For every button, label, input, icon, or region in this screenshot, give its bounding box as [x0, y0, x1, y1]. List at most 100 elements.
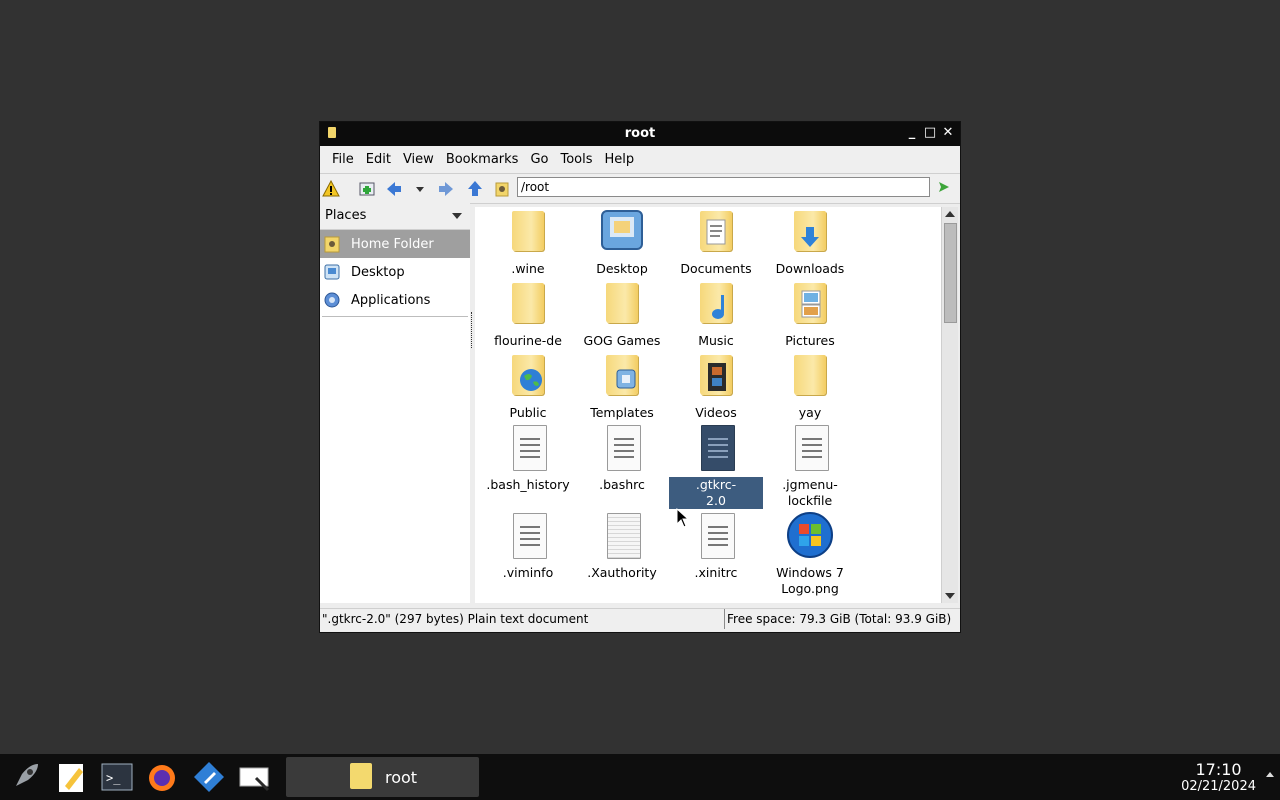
file-item-documents[interactable]: Documents	[669, 207, 763, 277]
up-arrow-icon[interactable]	[466, 180, 484, 198]
file-item-bashrc[interactable]: .bashrc	[575, 423, 669, 493]
file-label: flourine-de	[494, 333, 562, 348]
folder-icon	[504, 279, 552, 327]
clock[interactable]: 17:10 02/21/2024	[1181, 760, 1256, 794]
file-item-yay[interactable]: yay	[763, 351, 857, 421]
file-label: .xinitrc	[694, 565, 738, 580]
file-item-music[interactable]: Music	[669, 279, 763, 349]
file-item-jgmenu-lockfile[interactable]: .jgmenu-lockfile	[763, 423, 857, 509]
menu-edit[interactable]: Edit	[366, 152, 391, 167]
public-folder-icon	[504, 351, 552, 399]
file-item-desktop[interactable]: Desktop	[575, 207, 669, 277]
file-item-templates[interactable]: Templates	[575, 351, 669, 421]
documents-folder-icon	[692, 207, 740, 255]
menu-view[interactable]: View	[403, 152, 434, 167]
menu-bar: File Edit View Bookmarks Go Tools Help	[320, 146, 960, 174]
file-item-downloads[interactable]: Downloads	[763, 207, 857, 277]
new-tab-icon[interactable]	[358, 180, 376, 198]
file-label: Pictures	[785, 333, 835, 348]
file-item-gtkrc-selected[interactable]: .gtkrc-2.0	[669, 423, 763, 509]
file-item-xauthority[interactable]: .Xauthority	[575, 511, 669, 581]
desktop-icon	[598, 207, 646, 255]
mouse-cursor-icon	[676, 508, 690, 528]
file-label: Windows 7 Logo.png	[776, 565, 844, 596]
chevron-down-icon[interactable]	[452, 213, 462, 219]
applications-icon	[324, 292, 340, 308]
file-label: Documents	[680, 261, 752, 276]
pictures-folder-icon	[786, 279, 834, 327]
menu-file[interactable]: File	[332, 152, 354, 167]
file-label: Videos	[695, 405, 737, 420]
vertical-scrollbar[interactable]	[941, 207, 958, 603]
settings-app-icon[interactable]	[192, 760, 226, 794]
file-label: .Xauthority	[587, 565, 657, 580]
file-label: .jgmenu-lockfile	[782, 477, 838, 508]
file-item-bash-history[interactable]: .bash_history	[481, 423, 575, 493]
taskbar-window-root[interactable]: root	[286, 757, 479, 797]
go-arrow-icon[interactable]	[936, 179, 952, 195]
taskbar: >_ root 17:10 02/21/2024	[0, 754, 1280, 800]
screenshot-tool-icon[interactable]	[238, 760, 272, 794]
back-arrow-icon[interactable]	[385, 180, 403, 198]
eject-icon[interactable]	[1266, 772, 1274, 777]
music-folder-icon	[692, 279, 740, 327]
clock-time: 17:10	[1195, 760, 1242, 779]
downloads-folder-icon	[786, 207, 834, 255]
file-item-windows-logo[interactable]: Windows 7 Logo.png	[763, 511, 857, 597]
menu-bookmarks[interactable]: Bookmarks	[446, 152, 519, 167]
file-item-flourine-de[interactable]: flourine-de	[481, 279, 575, 349]
sidebar-item-applications[interactable]: Applications	[320, 286, 470, 314]
scroll-up-icon[interactable]	[945, 211, 955, 217]
sidebar-item-desktop[interactable]: Desktop	[320, 258, 470, 286]
file-item-gog-games[interactable]: GOG Games	[575, 279, 669, 349]
text-file-icon	[692, 423, 740, 471]
scroll-down-icon[interactable]	[945, 593, 955, 599]
scroll-thumb[interactable]	[944, 223, 957, 323]
home-folder-icon	[324, 236, 340, 253]
places-header[interactable]: Places	[320, 203, 470, 230]
terminal-icon[interactable]: >_	[100, 760, 134, 794]
folder-icon	[504, 207, 552, 255]
forward-arrow-icon[interactable]	[437, 180, 455, 198]
minimize-icon[interactable]: _	[905, 125, 919, 141]
file-label: Templates	[590, 405, 654, 420]
file-item-pictures[interactable]: Pictures	[763, 279, 857, 349]
maximize-icon[interactable]: □	[923, 125, 937, 141]
file-item-public[interactable]: Public	[481, 351, 575, 421]
file-icon-view: .wine Desktop Documents Downloads flouri…	[475, 207, 941, 603]
text-file-icon	[504, 423, 552, 471]
file-label: .gtkrc-2.0	[669, 477, 763, 509]
templates-folder-icon	[598, 351, 646, 399]
menu-help[interactable]: Help	[605, 152, 635, 167]
text-file-icon	[786, 423, 834, 471]
text-file-icon	[692, 511, 740, 559]
file-label: .wine	[511, 261, 545, 276]
text-editor-icon[interactable]	[55, 760, 89, 794]
folder-icon	[350, 763, 372, 789]
free-space-status: Free space: 79.3 GiB (Total: 93.9 GiB)	[724, 609, 951, 629]
file-label: .bashrc	[599, 477, 645, 492]
home-icon[interactable]	[493, 180, 511, 198]
title-bar[interactable]: root _ □ ✕	[320, 122, 960, 146]
menu-tools[interactable]: Tools	[560, 152, 592, 167]
file-item-viminfo[interactable]: .viminfo	[481, 511, 575, 581]
sidebar-item-home-folder[interactable]: Home Folder	[320, 230, 470, 258]
status-bar: ".gtkrc-2.0" (297 bytes) Plain text docu…	[320, 608, 960, 631]
rocket-launcher-icon[interactable]	[8, 760, 42, 794]
clock-date: 02/21/2024	[1181, 779, 1256, 794]
file-label: yay	[798, 405, 822, 420]
history-dropdown-icon[interactable]	[411, 180, 429, 198]
address-bar[interactable]: /root	[517, 177, 930, 197]
close-icon[interactable]: ✕	[941, 125, 955, 141]
firefox-icon[interactable]	[145, 760, 179, 794]
file-label: GOG Games	[583, 333, 661, 348]
videos-folder-icon	[692, 351, 740, 399]
file-item-wine[interactable]: .wine	[481, 207, 575, 277]
file-item-videos[interactable]: Videos	[669, 351, 763, 421]
text-file-icon	[504, 511, 552, 559]
warning-icon[interactable]	[322, 180, 340, 198]
sidebar-item-label: Desktop	[351, 264, 405, 280]
places-sidebar: Places Home Folder Desktop Applications	[320, 203, 470, 603]
folder-icon	[786, 351, 834, 399]
menu-go[interactable]: Go	[530, 152, 548, 167]
